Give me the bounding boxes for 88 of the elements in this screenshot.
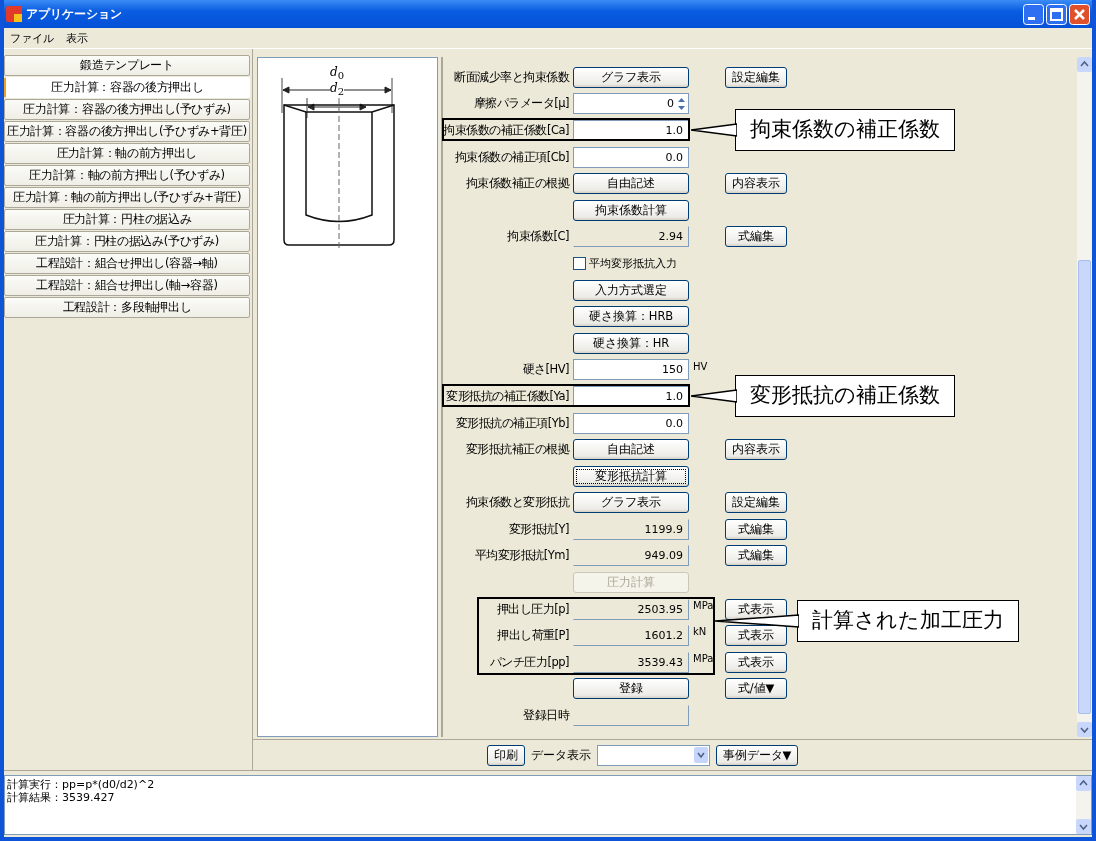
action-button[interactable]: グラフ表示	[573, 66, 689, 88]
field-label: 拘束係数補正の根拠	[464, 176, 569, 192]
data-display-dropdown[interactable]	[596, 744, 710, 766]
field-label: 平均変形抵抗[Ym]	[473, 548, 569, 564]
output-field: 2503.95	[573, 598, 689, 620]
action-button[interactable]: 登録	[573, 678, 689, 700]
input-field[interactable]: 0.0	[573, 146, 689, 168]
action-button[interactable]: 硬さ換算：HR	[573, 332, 689, 354]
window-title: アプリケーション	[26, 5, 123, 23]
side-button[interactable]: 式/値▼	[725, 678, 787, 700]
output-field: 2.94	[573, 226, 689, 248]
log-line: 計算実行：pp=p*(d0/d2)^2	[7, 778, 156, 791]
field-label: 変形抵抗[Y]	[507, 521, 569, 537]
checkbox[interactable]: 平均変形抵抗入力	[573, 255, 677, 271]
side-button[interactable]: 式編集	[725, 226, 787, 248]
action-button[interactable]: グラフ表示	[573, 492, 689, 514]
field-label: 変形抵抗補正の根拠	[464, 442, 569, 458]
callout: 拘束係数の補正係数	[735, 109, 955, 152]
log-line: 計算結果：3539.427	[7, 791, 116, 804]
unit-label: kN	[692, 626, 708, 638]
field-label: 拘束係数と変形抵抗	[464, 495, 569, 511]
template-list-item[interactable]: 圧力計算：容器の後方押出し(予ひずみ+背圧)	[4, 121, 250, 142]
output-field: 3539.43	[573, 651, 689, 673]
side-button[interactable]: 式編集	[725, 545, 787, 567]
number-spinner[interactable]: 0	[573, 93, 689, 115]
template-list-item[interactable]: 圧力計算：軸の前方押出し	[4, 143, 250, 164]
side-button[interactable]: 式表示	[725, 598, 787, 620]
template-list-item[interactable]: 圧力計算：円柱の据込み(予ひずみ)	[4, 231, 250, 252]
field-label: 硬さ[HV]	[521, 362, 569, 378]
template-list-item[interactable]: 圧力計算：軸の前方押出し(予ひずみ)	[4, 165, 250, 186]
close-button[interactable]	[1069, 3, 1090, 25]
side-button[interactable]: 内容表示	[725, 439, 787, 461]
scroll-up-button[interactable]	[1076, 776, 1091, 791]
field-label: 拘束係数の補正係数[Ca]	[443, 123, 569, 138]
scroll-down-button[interactable]	[1077, 722, 1092, 737]
example-data-button[interactable]: 事例データ▼	[715, 744, 799, 766]
side-button[interactable]: 設定編集	[725, 66, 787, 88]
print-button[interactable]: 印刷	[486, 744, 525, 766]
scroll-up-button[interactable]	[1077, 57, 1092, 72]
side-button[interactable]: 式表示	[725, 625, 787, 647]
field-label: 摩擦パラメータ[μ]	[472, 96, 569, 112]
menu-item[interactable]: ファイル	[10, 30, 54, 46]
minimize-button[interactable]	[1023, 3, 1044, 25]
field-label: 変形抵抗の補正項[Yb]	[454, 415, 569, 431]
field-label: 押出し荷重[P]	[496, 628, 569, 644]
side-button[interactable]: 式表示	[725, 651, 787, 673]
vertical-scrollbar[interactable]	[1077, 57, 1092, 737]
template-list-item[interactable]: 工程設計：組合せ押出し(容器→軸)	[4, 253, 250, 274]
callout: 変形抵抗の補正係数	[735, 375, 955, 418]
action-button[interactable]: 硬さ換算：HRB	[573, 306, 689, 328]
unit-label: MPa	[692, 599, 715, 611]
template-list-item[interactable]: 圧力計算：容器の後方押出し	[4, 77, 250, 98]
field-label: 拘束係数の補正項[Cb]	[453, 149, 569, 165]
template-list-item[interactable]: 工程設計：多段軸押出し	[4, 297, 250, 318]
template-list-item[interactable]: 鍛造テンプレート	[4, 55, 250, 76]
output-field: 949.09	[573, 545, 689, 567]
template-list-item[interactable]: 圧力計算：容器の後方押出し(予ひずみ)	[4, 99, 250, 120]
data-display-label: データ表示	[530, 746, 591, 764]
action-button[interactable]: 自由記述	[573, 439, 689, 461]
output-field: 1199.9	[573, 518, 689, 540]
template-list-item[interactable]: 圧力計算：円柱の据込み	[4, 209, 250, 230]
spinner-arrows-icon[interactable]	[677, 95, 686, 112]
unit-label: HV	[692, 360, 709, 372]
field-label: 変形抵抗の補正係数[Ya]	[445, 388, 569, 404]
action-button[interactable]: 入力方式選定	[573, 279, 689, 301]
action-button[interactable]: 変形抵抗計算	[573, 465, 689, 487]
template-list-item[interactable]: 工程設計：組合せ押出し(軸→容器)	[4, 275, 250, 296]
callout: 計算された加工圧力	[797, 599, 1019, 642]
action-button[interactable]: 自由記述	[573, 173, 689, 195]
output-field: 1601.2	[573, 625, 689, 647]
unit-label: MPa	[692, 653, 715, 665]
input-field[interactable]: 0.0	[573, 412, 689, 434]
action-button[interactable]: 拘束係数計算	[573, 199, 689, 221]
maximize-button[interactable]	[1046, 3, 1067, 25]
field-label: 拘束係数[C]	[506, 229, 569, 245]
vertical-scrollbar[interactable]	[1076, 776, 1091, 834]
side-button[interactable]: 内容表示	[725, 173, 787, 195]
input-field[interactable]: 150	[573, 359, 689, 381]
template-list-item[interactable]: 圧力計算：軸の前方押出し(予ひずみ+背圧)	[4, 187, 250, 208]
field-label: 断面減少率と拘束係数	[453, 69, 569, 85]
scroll-down-button[interactable]	[1076, 819, 1091, 834]
app-icon	[6, 6, 22, 22]
side-button[interactable]: 式編集	[725, 518, 787, 540]
menu-item[interactable]: 表示	[66, 30, 88, 46]
side-button[interactable]: 設定編集	[725, 492, 787, 514]
field-label: 登録日時	[522, 708, 569, 724]
field-label: パンチ圧力[pp]	[488, 654, 569, 670]
field-label: 押出し圧力[p]	[495, 601, 569, 617]
